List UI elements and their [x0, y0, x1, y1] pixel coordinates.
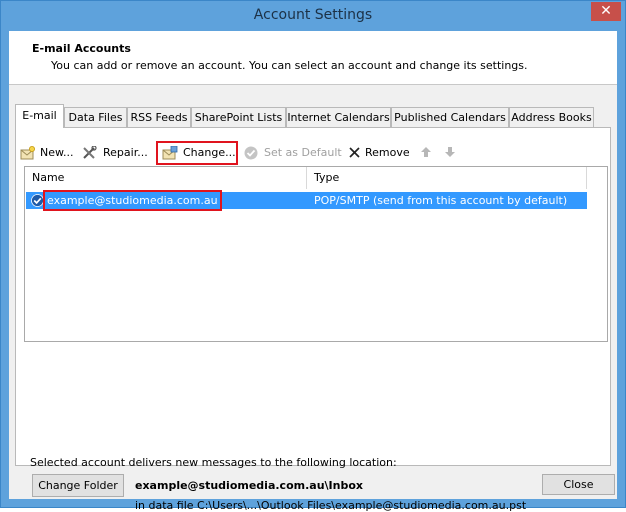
- new-account-label: New...: [40, 146, 74, 159]
- change-folder-button[interactable]: Change Folder: [32, 474, 124, 497]
- new-account-button[interactable]: New...: [20, 144, 80, 162]
- header-title: E-mail Accounts: [32, 42, 131, 55]
- repair-account-button[interactable]: Repair...: [82, 144, 152, 162]
- change-account-label: Change...: [183, 146, 236, 159]
- tab-sharepoint-lists[interactable]: SharePoint Lists: [191, 107, 286, 127]
- arrow-down-icon: [445, 147, 455, 157]
- tab-rss-feeds[interactable]: RSS Feeds: [127, 107, 191, 127]
- tab-email[interactable]: E-mail: [15, 104, 64, 128]
- email-tab-panel: New... Repair... Change... Set as Defaul…: [15, 127, 611, 512]
- delivery-folder-path: example@studiomedia.com.au\Inbox: [135, 479, 363, 492]
- remove-account-button[interactable]: Remove: [348, 144, 410, 162]
- window-close-button[interactable]: ✕: [591, 2, 621, 21]
- title-bar[interactable]: Account Settings ✕: [1, 1, 625, 31]
- account-settings-window: Account Settings ✕ E-mail Accounts You c…: [0, 0, 626, 512]
- tab-published-calendars[interactable]: Published Calendars: [391, 107, 509, 127]
- tab-internet-calendars[interactable]: Internet Calendars: [286, 107, 391, 127]
- tab-address-books[interactable]: Address Books: [509, 107, 594, 127]
- account-name: example@studiomedia.com.au: [43, 190, 222, 211]
- remove-account-label: Remove: [365, 146, 410, 159]
- account-type: POP/SMTP (send from this account by defa…: [314, 194, 568, 207]
- set-as-default-button[interactable]: Set as Default: [244, 144, 342, 162]
- delivery-description: Selected account delivers new messages t…: [30, 456, 397, 469]
- new-account-icon: [20, 146, 35, 160]
- repair-tools-icon: [83, 146, 97, 159]
- checkmark-icon: [244, 146, 258, 160]
- close-button[interactable]: Close: [542, 474, 615, 495]
- header-description: You can add or remove an account. You ca…: [51, 59, 528, 72]
- remove-x-icon: [349, 147, 360, 158]
- delivery-data-file: in data file C:\Users\...\Outlook Files\…: [135, 499, 527, 512]
- move-down-button[interactable]: [444, 144, 456, 162]
- change-account-button[interactable]: Change...: [156, 141, 238, 165]
- change-account-icon: [162, 146, 178, 160]
- accounts-list[interactable]: Name Type example@studiomedia.com.au POP…: [24, 166, 608, 342]
- window-title: Account Settings: [253, 7, 373, 23]
- dialog-header: E-mail Accounts You can add or remove an…: [9, 31, 617, 85]
- tab-data-files[interactable]: Data Files: [64, 107, 127, 127]
- repair-account-label: Repair...: [103, 146, 148, 159]
- set-as-default-label: Set as Default: [264, 146, 342, 159]
- arrow-up-icon: [421, 147, 431, 157]
- column-header-name[interactable]: Name: [25, 167, 307, 189]
- move-up-button[interactable]: [420, 144, 432, 162]
- account-row[interactable]: example@studiomedia.com.au POP/SMTP (sen…: [26, 190, 587, 211]
- dialog-body: E-mail Accounts You can add or remove an…: [9, 31, 617, 512]
- column-header-type[interactable]: Type: [307, 167, 587, 189]
- default-account-check-icon: [31, 194, 44, 207]
